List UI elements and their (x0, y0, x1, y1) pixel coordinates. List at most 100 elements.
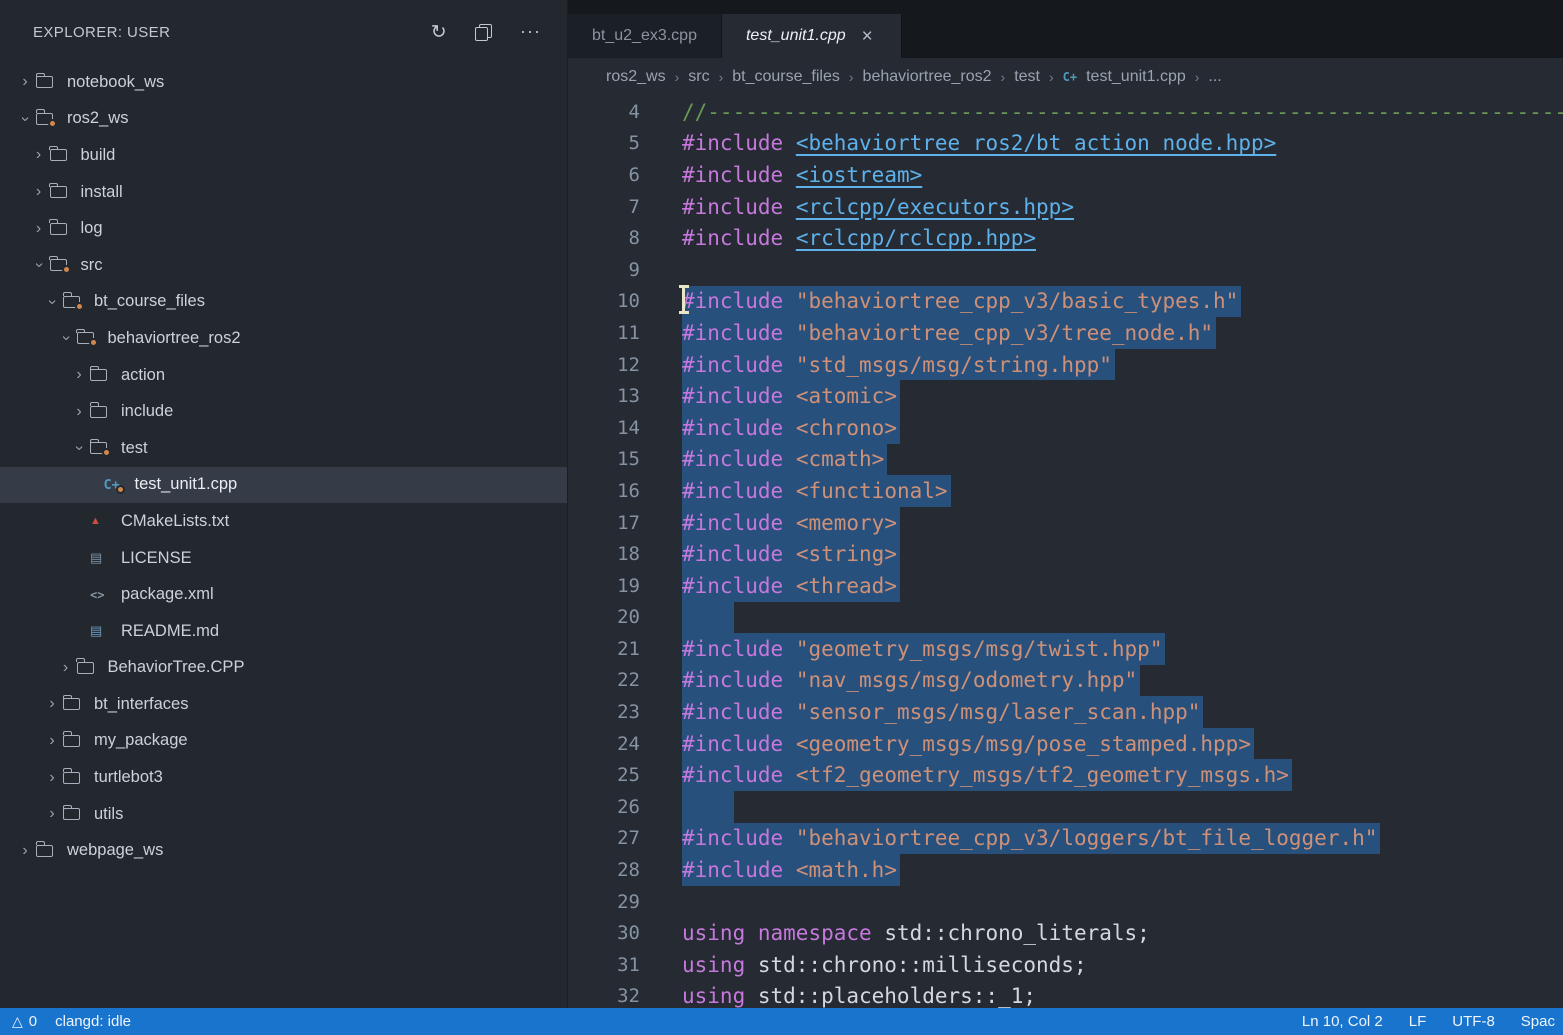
chevron-right-icon[interactable]: › (41, 806, 63, 822)
code-line-29: 29 (568, 886, 1563, 918)
folder-icon (77, 657, 106, 679)
breadcrumb-item-src[interactable]: src (688, 68, 709, 86)
breadcrumb-label: src (688, 68, 709, 86)
breadcrumb-separator-icon: › (1049, 69, 1054, 85)
breadcrumb-item-test[interactable]: test (1014, 68, 1040, 86)
tree-item-build[interactable]: ›build (0, 137, 567, 174)
code-line-30: 30using namespace std::chrono_literals; (568, 917, 1563, 949)
md-file-icon: ▤ (90, 620, 119, 642)
chevron-down-icon[interactable]: › (31, 254, 47, 276)
code-token: "geometry_msgs/msg/twist.hpp" (796, 637, 1163, 661)
line-number: 10 (568, 286, 640, 318)
code-line-6: 6#include <iostream> (568, 159, 1563, 191)
line-number: 22 (568, 665, 640, 697)
line-number: 32 (568, 981, 640, 1008)
breadcrumb-label: ros2_ws (606, 68, 666, 86)
tree-item-readme-md[interactable]: ›▤README.md (0, 613, 567, 650)
tree-item-behaviortree-cpp[interactable]: ›BehaviorTree.CPP (0, 650, 567, 687)
chevron-right-icon[interactable]: › (14, 74, 36, 90)
tab-test-unit1-cpp[interactable]: test_unit1.cpp× (722, 14, 902, 58)
code-line-9: 9 (568, 254, 1563, 286)
code-line-content (682, 791, 734, 823)
tab-bt-u2-ex3-cpp[interactable]: bt_u2_ex3.cpp (568, 14, 722, 58)
keyword-token: #include (682, 732, 783, 756)
tree-item-include[interactable]: ›include (0, 393, 567, 430)
chevron-down-icon[interactable]: › (44, 291, 60, 313)
breadcrumb-label: test (1014, 68, 1040, 86)
code-line-content: #include <behaviortree_ros2/bt_action_no… (682, 128, 1276, 160)
line-number: 4 (568, 96, 640, 128)
code-line-22: 22 #include "nav_msgs/msg/odometry.hpp" (568, 665, 1563, 697)
breadcrumb-item-ros2-ws[interactable]: ros2_ws (606, 68, 666, 86)
code-line-content: #include <tf2_geometry_msgs/tf2_geometry… (682, 759, 1292, 791)
chevron-right-icon[interactable]: › (28, 221, 50, 237)
tree-item-utils[interactable]: ›utils (0, 796, 567, 833)
tree-item-package-xml[interactable]: ›<>package.xml (0, 576, 567, 613)
code-token: <memory> (796, 511, 897, 535)
folder-glyph (36, 76, 53, 88)
chevron-right-icon[interactable]: › (28, 147, 50, 163)
refresh-icon[interactable]: ↻ (431, 23, 447, 42)
tree-item-src[interactable]: ›src (0, 247, 567, 284)
chevron-right-icon[interactable]: › (28, 184, 50, 200)
status-eol-indicator[interactable]: LF (1409, 1013, 1427, 1030)
tab-close-icon[interactable]: × (858, 26, 877, 47)
code-token: "nav_msgs/msg/odometry.hpp" (796, 668, 1137, 692)
breadcrumb-item-[interactable]: ... (1208, 68, 1221, 86)
tree-item-webpage-ws[interactable]: ›webpage_ws (0, 832, 567, 869)
tree-item-label: action (121, 366, 165, 385)
chevron-right-icon[interactable]: › (41, 770, 63, 786)
breadcrumb-item-bt-course-files[interactable]: bt_course_files (732, 68, 840, 86)
language-server-status[interactable]: clangd: idle (55, 1013, 131, 1030)
breadcrumb-label: ... (1208, 68, 1221, 86)
cpp-file-icon: C+ (104, 474, 133, 496)
folder-glyph (63, 735, 80, 747)
status-indentation[interactable]: Spac (1521, 1013, 1555, 1030)
breadcrumb-label: bt_course_files (732, 68, 840, 86)
chevron-right-icon[interactable]: › (14, 843, 36, 859)
chevron-right-icon[interactable]: › (41, 696, 63, 712)
keyword-token: using (682, 921, 745, 945)
tree-item-install[interactable]: › install (0, 174, 567, 211)
code-line-31: 31using std::chrono::milliseconds; (568, 949, 1563, 981)
chevron-right-icon[interactable]: › (68, 404, 90, 420)
chevron-right-icon[interactable]: › (41, 733, 63, 749)
chevron-down-icon[interactable]: › (17, 108, 33, 130)
tree-item-test[interactable]: ›test (0, 430, 567, 467)
tree-item-label: log (81, 219, 103, 238)
breadcrumb-separator-icon: › (1195, 69, 1200, 85)
tree-item-cmakelists-txt[interactable]: ›▲CMakeLists.txt (0, 503, 567, 540)
status-cursor-position[interactable]: Ln 10, Col 2 (1302, 1013, 1383, 1030)
folder-glyph (50, 223, 67, 235)
code-line-content: #include "nav_msgs/msg/odometry.hpp" (682, 665, 1140, 697)
code-line-content: #include <string> (682, 538, 900, 570)
breadcrumb-item-test-unit1-cpp[interactable]: C+test_unit1.cpp (1063, 68, 1186, 86)
status-encoding[interactable]: UTF-8 (1452, 1013, 1495, 1030)
open-editors-icon[interactable] (475, 24, 492, 41)
keyword-token: #include (682, 195, 783, 219)
tree-item-behaviortree-ros2[interactable]: ›behaviortree_ros2 (0, 320, 567, 357)
tree-item-test-unit1-cpp[interactable]: ›C+test_unit1.cpp (0, 467, 567, 504)
breadcrumb-item-behaviortree-ros2[interactable]: behaviortree_ros2 (863, 68, 992, 86)
tree-item-my-package[interactable]: ›my_package (0, 723, 567, 760)
chevron-down-icon[interactable]: › (58, 327, 74, 349)
code-editor[interactable]: 4//-------------------------------------… (568, 96, 1563, 1008)
code-line-14: 14#include <chrono> (568, 412, 1563, 444)
tree-item-action[interactable]: › action (0, 357, 567, 394)
tree-item-bt-interfaces[interactable]: ›bt_interfaces (0, 686, 567, 723)
problems-indicator[interactable]: △ 0 (12, 1013, 37, 1030)
code-line-32: 32using std::placeholders::_1; (568, 981, 1563, 1008)
chevron-right-icon[interactable]: › (55, 660, 77, 676)
tree-item-bt-course-files[interactable]: ›bt_course_files (0, 284, 567, 321)
tree-item-ros2-ws[interactable]: ›ros2_ws (0, 101, 567, 138)
tree-item-notebook-ws[interactable]: ›notebook_ws (0, 64, 567, 101)
chevron-down-icon[interactable]: › (71, 437, 87, 459)
keyword-token: #include (682, 637, 783, 661)
keyword-token: namespace (758, 921, 872, 945)
tree-item-license[interactable]: ›▤LICENSE (0, 540, 567, 577)
tree-item-label: install (81, 183, 123, 202)
more-actions-icon[interactable]: ··· (520, 28, 541, 35)
chevron-right-icon[interactable]: › (68, 367, 90, 383)
tree-item-turtlebot3[interactable]: ›turtlebot3 (0, 759, 567, 796)
tree-item-log[interactable]: › log (0, 210, 567, 247)
